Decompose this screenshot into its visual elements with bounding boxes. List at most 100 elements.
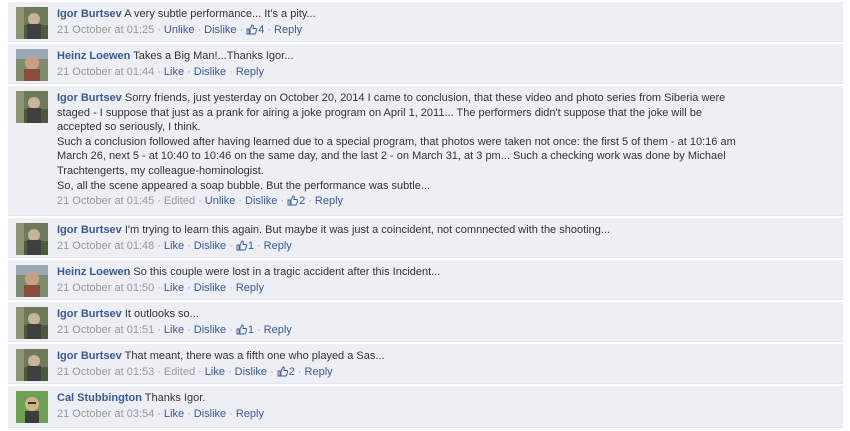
separator-dot: ·	[157, 65, 161, 78]
comment-text-line: Such a conclusion followed after having …	[57, 135, 736, 148]
thumbs-up-icon	[246, 24, 258, 40]
separator-dot: ·	[157, 323, 161, 336]
comment-author-link[interactable]: Heinz Loewen	[57, 266, 130, 278]
comment-author-link[interactable]: Igor Burtsev	[57, 8, 122, 20]
reply-link[interactable]: Reply	[315, 195, 343, 207]
heinz-avatar-icon[interactable]	[16, 265, 48, 297]
comment-text: It outlooks so...	[124, 308, 199, 320]
unlike-link[interactable]: Unlike	[205, 195, 236, 207]
comment-text-line: Heinz Loewen Takes a Big Man!...Thanks I…	[57, 49, 835, 64]
comment-timestamp[interactable]: 21 October at 01:51	[57, 324, 154, 336]
comment-item: Igor Burtsev A very subtle performance..…	[8, 2, 843, 42]
reply-link[interactable]: Reply	[236, 282, 264, 294]
comment-text-line: Igor Burtsev I'm trying to learn this ag…	[57, 223, 835, 238]
dislike-link[interactable]: Dislike	[235, 366, 267, 378]
comment-text: I'm trying to learn this again. But mayb…	[124, 224, 610, 236]
comment-text-line: Igor Burtsev That meant, there was a fif…	[57, 349, 835, 364]
unlike-link[interactable]: Unlike	[164, 24, 195, 36]
dislike-link[interactable]: Dislike	[245, 195, 277, 207]
comment-list: Igor Burtsev A very subtle performance..…	[0, 0, 850, 431]
thumbs-up-icon	[236, 240, 247, 256]
separator-dot: ·	[229, 407, 233, 420]
comment-timestamp[interactable]: 21 October at 01:53	[57, 366, 154, 378]
comment-text-line: Trachtengerts, my colleague-hominologist…	[57, 164, 264, 177]
comment-text: Thanks Igor.	[144, 392, 206, 404]
comment-text-line: Heinz Loewen So this couple were lost in…	[57, 265, 835, 280]
like-count[interactable]: 4	[246, 24, 264, 36]
like-link[interactable]: Like	[164, 324, 184, 336]
cal-avatar-icon[interactable]	[16, 391, 48, 423]
comment-timestamp[interactable]: 21 October at 03:54	[57, 408, 154, 420]
comment-timestamp[interactable]: 21 October at 01:44	[57, 66, 154, 78]
comment-item: Cal Stubbington Thanks Igor. 21 October a…	[8, 386, 843, 428]
separator-dot: ·	[229, 239, 233, 252]
separator-dot: ·	[267, 23, 272, 36]
comment-text-line: Igor Burtsev Sorry friends, just yesterd…	[57, 91, 835, 106]
heinz-avatar-icon[interactable]	[16, 49, 48, 81]
separator-dot: ·	[157, 365, 161, 378]
separator-dot: ·	[198, 195, 202, 208]
comment-meta: 21 October at 01:44 · Like · Dislike · Reply	[57, 65, 835, 80]
separator-dot: ·	[256, 239, 261, 252]
like-count[interactable]: 1	[236, 324, 254, 336]
igor-avatar-icon[interactable]	[16, 7, 48, 39]
dislike-link[interactable]: Dislike	[194, 324, 226, 336]
separator-dot: ·	[270, 365, 274, 378]
comment-author-link[interactable]: Igor Burtsev	[57, 92, 122, 104]
comment-meta: 21 October at 01:50 · Like · Dislike · Reply	[57, 281, 835, 296]
dislike-link[interactable]: Dislike	[194, 282, 226, 294]
comment-item: Heinz Loewen So this couple were lost in…	[8, 260, 843, 300]
reply-link[interactable]: Reply	[236, 66, 264, 78]
like-count[interactable]: 2	[287, 195, 305, 207]
reply-link[interactable]: Reply	[264, 240, 292, 252]
comment-item: Heinz Loewen Takes a Big Man!...Thanks I…	[8, 44, 843, 84]
comment-text-line: Igor Burtsev A very subtle performance..…	[57, 7, 835, 22]
like-link[interactable]: Like	[205, 366, 225, 378]
like-count[interactable]: 1	[236, 240, 254, 252]
like-count[interactable]: 2	[277, 366, 295, 378]
comment-timestamp[interactable]: 21 October at 01:45	[57, 195, 154, 207]
igor-avatar-icon[interactable]	[16, 223, 48, 255]
like-link[interactable]: Like	[164, 282, 184, 294]
edited-label[interactable]: Edited	[164, 195, 195, 207]
comment-body: Cal Stubbington Thanks Igor. 21 October a…	[57, 391, 835, 421]
igor-avatar-icon[interactable]	[16, 307, 48, 339]
dislike-link[interactable]: Dislike	[194, 66, 226, 78]
comment-item: Igor Burtsev Sorry friends, just yesterd…	[8, 86, 843, 216]
separator-dot: ·	[256, 323, 261, 336]
igor-avatar-icon[interactable]	[16, 91, 48, 123]
dislike-link[interactable]: Dislike	[194, 408, 226, 420]
igor-avatar-icon[interactable]	[16, 349, 48, 381]
comment-text: So this couple were lost in a tragic acc…	[133, 266, 441, 278]
separator-dot: ·	[239, 23, 244, 36]
comment-author-link[interactable]: Cal Stubbington	[57, 392, 142, 404]
comment-body: Igor Burtsev I'm trying to learn this ag…	[57, 223, 835, 255]
reply-link[interactable]: Reply	[305, 366, 333, 378]
separator-dot: ·	[157, 23, 161, 36]
comment-author-link[interactable]: Heinz Loewen	[57, 50, 130, 62]
comment-body: Igor Burtsev It outlooks so... 21 October…	[57, 307, 835, 339]
like-link[interactable]: Like	[164, 408, 184, 420]
edited-label[interactable]: Edited	[164, 366, 195, 378]
comment-item: Igor Burtsev I'm trying to learn this ag…	[8, 218, 843, 258]
comment-author-link[interactable]: Igor Burtsev	[57, 308, 122, 320]
comment-timestamp[interactable]: 21 October at 01:48	[57, 240, 154, 252]
comment-meta: 21 October at 01:51 · Like · Dislike · 1 · Reply	[57, 323, 835, 340]
comment-author-link[interactable]: Igor Burtsev	[57, 224, 122, 236]
like-link[interactable]: Like	[164, 240, 184, 252]
comment-meta: 21 October at 01:48 · Like · Dislike · 1 · Reply	[57, 239, 835, 256]
dislike-link[interactable]: Dislike	[194, 240, 226, 252]
reply-link[interactable]: Reply	[264, 324, 292, 336]
separator-dot: ·	[187, 281, 191, 294]
comment-body: Igor Burtsev That meant, there was a fif…	[57, 349, 835, 381]
reply-link[interactable]: Reply	[236, 408, 264, 420]
comment-timestamp[interactable]: 21 October at 01:25	[57, 24, 154, 36]
comment-author-link[interactable]: Igor Burtsev	[57, 350, 122, 362]
dislike-link[interactable]: Dislike	[204, 24, 236, 36]
comment-timestamp[interactable]: 21 October at 01:50	[57, 282, 154, 294]
reply-link[interactable]: Reply	[274, 24, 302, 36]
separator-dot: ·	[187, 407, 191, 420]
comment-item: Igor Burtsev It outlooks so... 21 October…	[8, 302, 843, 342]
comment-body: Igor Burtsev A very subtle performance..…	[57, 7, 835, 39]
like-link[interactable]: Like	[164, 66, 184, 78]
